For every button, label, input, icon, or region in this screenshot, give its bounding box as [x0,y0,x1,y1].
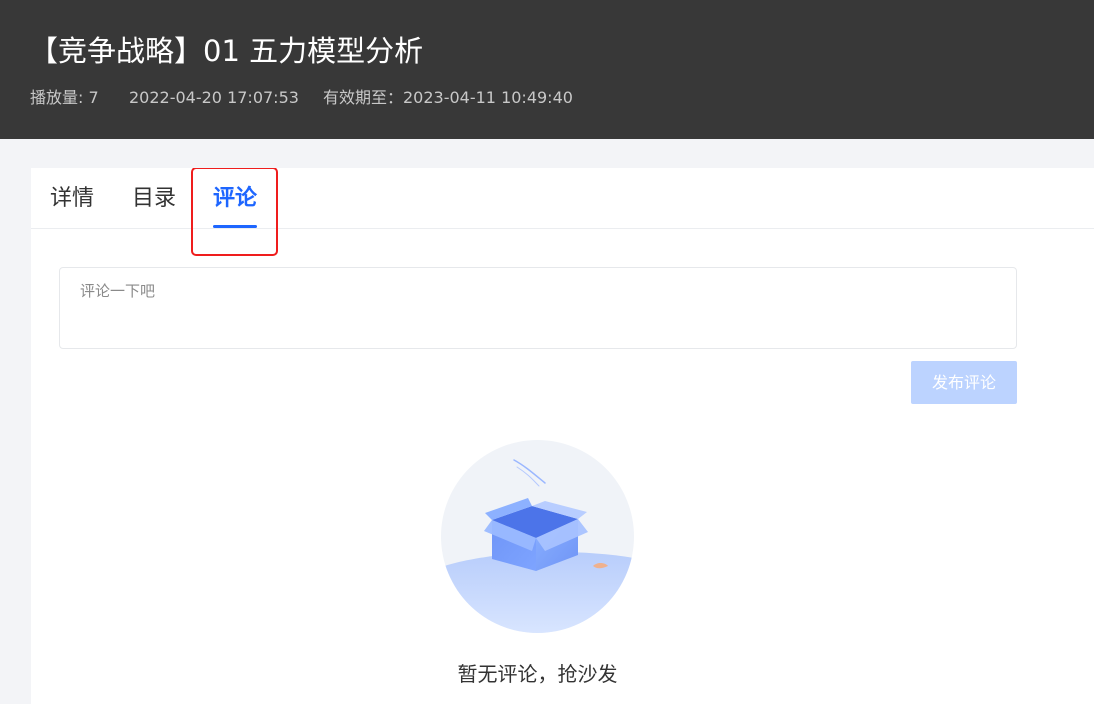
play-count: 播放量: 7 [30,88,99,107]
tab-details[interactable]: 详情 [50,184,94,214]
course-header: 【竞争战略】01 五力模型分析 播放量: 7 2022-04-20 17:07:… [0,0,1094,139]
published-date: 2022-04-20 17:07:53 [129,88,299,107]
tab-comments[interactable]: 评论 [213,184,257,214]
empty-state-text: 暂无评论，抢沙发 [457,662,618,686]
course-content-card: 详情 目录 评论 发布评论 [31,168,1094,704]
publish-comment-button[interactable]: 发布评论 [911,361,1017,404]
course-title: 【竞争战略】01 五力模型分析 [29,34,424,68]
expiry-date: 有效期至：2023-04-11 10:49:40 [323,88,573,107]
empty-box-icon [441,440,634,633]
tab-catalog[interactable]: 目录 [132,184,176,214]
comment-input[interactable] [59,267,1017,349]
course-tabs: 详情 目录 评论 [31,168,1094,256]
active-tab-indicator [213,225,257,228]
